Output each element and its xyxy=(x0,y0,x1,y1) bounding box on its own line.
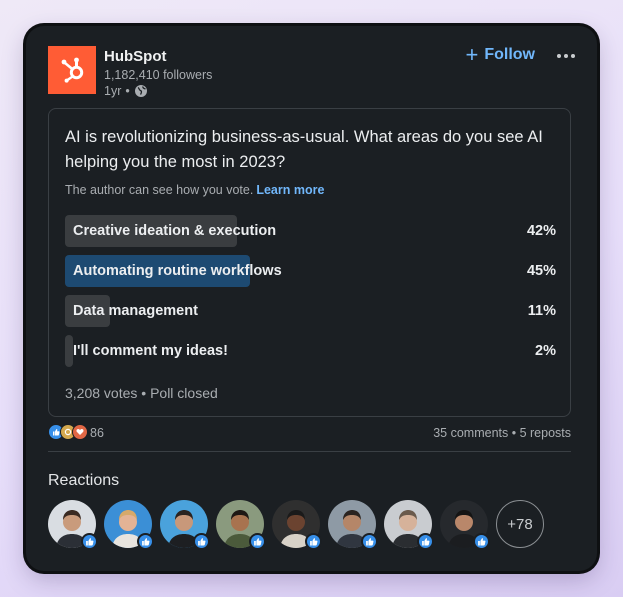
poll-option: Automating routine workflows 45% xyxy=(65,255,556,287)
more-options-icon[interactable] xyxy=(557,48,575,64)
poll-option-percent: 11% xyxy=(527,303,556,319)
like-icon xyxy=(361,533,378,550)
reactor-avatars: +78 xyxy=(48,500,544,550)
reactor-avatar[interactable] xyxy=(272,500,322,550)
like-icon xyxy=(249,533,266,550)
poll-vote-note: The author can see how you vote. Learn mo… xyxy=(65,183,324,197)
follow-label: Follow xyxy=(484,46,535,63)
post-age: 1yr xyxy=(104,84,122,98)
like-icon xyxy=(81,533,98,550)
reactor-avatar[interactable] xyxy=(160,500,210,550)
poll-option: Data management 11% xyxy=(65,295,556,327)
plus-icon: + xyxy=(465,42,479,67)
reactor-avatar[interactable] xyxy=(48,500,98,550)
poll-option-label: Creative ideation & execution xyxy=(73,223,277,239)
poll-option-label: Data management xyxy=(73,303,198,319)
poll-option-bar xyxy=(65,335,74,367)
post-meta: 1yr • xyxy=(104,84,148,98)
poll-option-percent: 45% xyxy=(526,263,556,279)
like-icon xyxy=(473,533,490,550)
poll-option: Creative ideation & execution 42% xyxy=(65,215,556,247)
reactor-avatar[interactable] xyxy=(216,500,266,550)
post-header: HubSpot 1,182,410 followers 1yr • + Foll… xyxy=(48,42,575,102)
company-name[interactable]: HubSpot xyxy=(104,48,166,65)
poll-option-percent: 42% xyxy=(526,223,556,239)
meta-separator: • xyxy=(125,84,130,98)
reaction-icons[interactable] xyxy=(48,424,88,440)
globe-icon xyxy=(134,85,147,97)
company-logo[interactable] xyxy=(48,46,96,94)
reactions-heading: Reactions xyxy=(48,472,120,489)
poll-box: AI is revolutionizing business-as-usual.… xyxy=(48,108,571,417)
social-counts: 86 35 comments • 5 reposts xyxy=(48,424,571,444)
follower-count: 1,182,410 followers xyxy=(104,68,213,82)
like-icon xyxy=(417,533,434,550)
reactor-avatar[interactable] xyxy=(104,500,154,550)
comments-reposts-count[interactable]: 35 comments • 5 reposts xyxy=(433,426,571,440)
more-reactors-button[interactable]: +78 xyxy=(496,500,544,548)
learn-more-link[interactable]: Learn more xyxy=(256,183,324,197)
reactor-avatar[interactable] xyxy=(384,500,434,550)
poll-footer: 3,208 votes • Poll closed xyxy=(65,385,218,401)
section-divider xyxy=(48,451,571,452)
poll-option-label: Automating routine workflows xyxy=(73,263,282,279)
poll-option: I'll comment my ideas! 2% xyxy=(65,335,556,367)
poll-option-label: I'll comment my ideas! xyxy=(73,343,228,359)
reactor-avatar[interactable] xyxy=(440,500,490,550)
reaction-count[interactable]: 86 xyxy=(90,426,104,440)
love-icon xyxy=(72,424,88,440)
like-icon xyxy=(305,533,322,550)
poll-option-percent: 2% xyxy=(535,343,556,359)
poll-note-text: The author can see how you vote. xyxy=(65,183,254,197)
like-icon xyxy=(137,533,154,550)
reactor-avatar[interactable] xyxy=(328,500,378,550)
hubspot-logo-icon xyxy=(61,57,84,83)
post-card: HubSpot 1,182,410 followers 1yr • + Foll… xyxy=(26,26,597,571)
poll-question: AI is revolutionizing business-as-usual.… xyxy=(65,128,543,171)
follow-button[interactable]: + Follow xyxy=(465,42,535,67)
like-icon xyxy=(193,533,210,550)
